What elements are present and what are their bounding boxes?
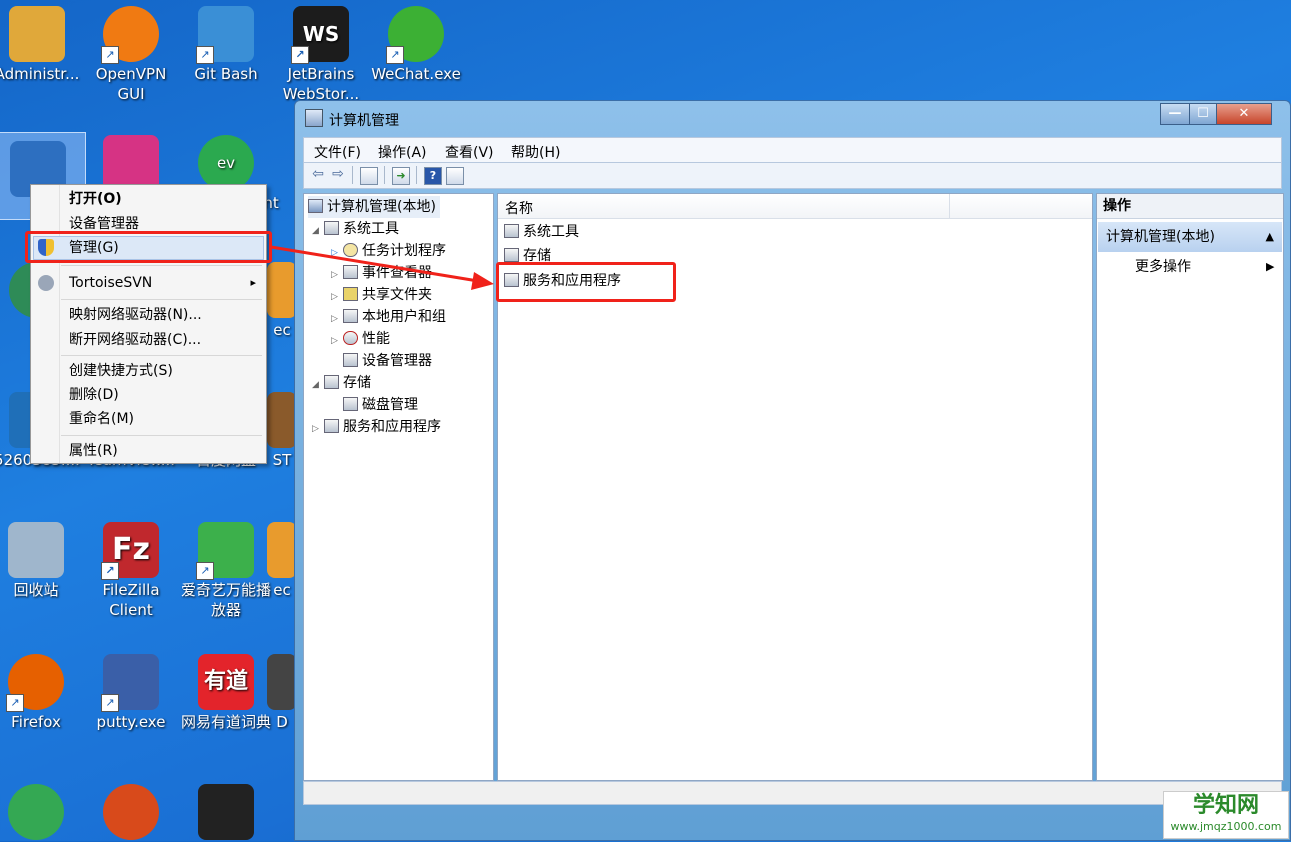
watermark-title: 学知网 bbox=[1192, 793, 1259, 818]
annotation-arrow bbox=[270, 245, 494, 290]
watermark-url: www.jmqz1000.com bbox=[1170, 820, 1282, 833]
watermark-logo: 学知网 www.jmqz1000.com bbox=[1163, 791, 1289, 839]
annotation-arrow-head bbox=[471, 272, 494, 290]
annotation-arrow-line bbox=[270, 245, 479, 283]
